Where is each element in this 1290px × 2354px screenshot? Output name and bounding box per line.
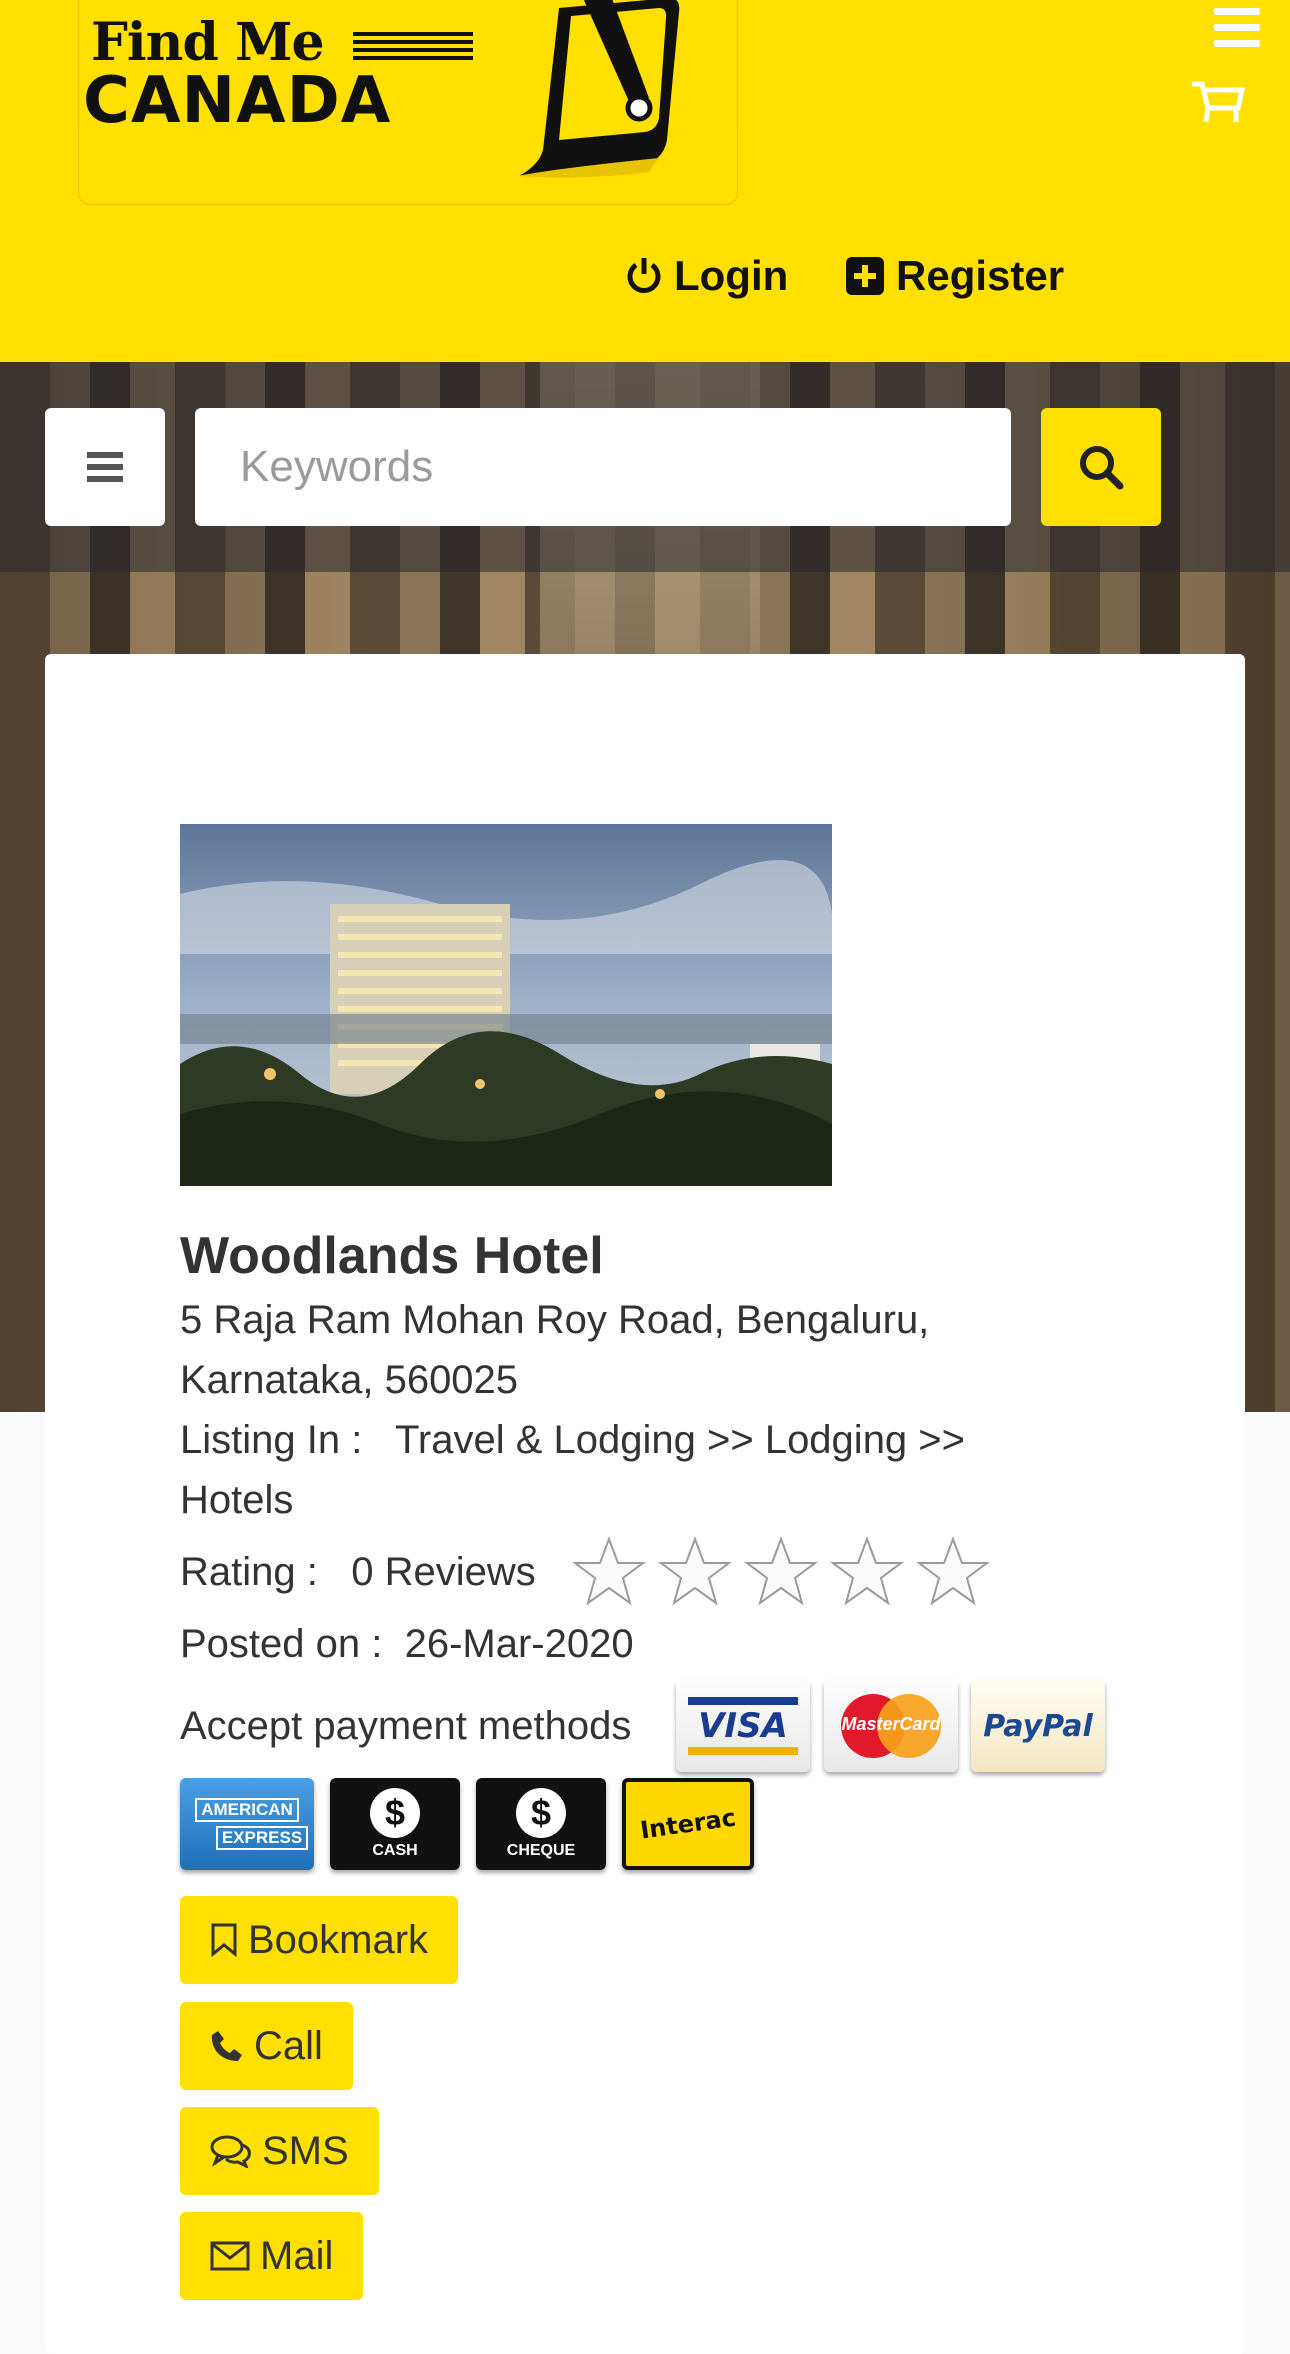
posted-label: Posted on : (180, 1622, 383, 1666)
star-icon[interactable] (744, 1536, 818, 1606)
cheque-label: CHEQUE (506, 1842, 576, 1859)
mail-button[interactable]: Mail (180, 2212, 364, 2300)
mastercard-label: MasterCard (841, 1714, 941, 1734)
envelope-icon (210, 2241, 250, 2271)
bars-icon (87, 452, 123, 482)
paypal-label: PayPal (983, 1708, 1093, 1744)
keywords-search-input[interactable] (195, 408, 1011, 526)
site-header: Find Me CANADA Login Register (0, 0, 1290, 362)
call-button[interactable]: Call (180, 2002, 353, 2090)
rating-stars[interactable] (572, 1536, 1002, 1606)
rating-line: Rating : 0 Reviews (180, 1542, 536, 1602)
paypal-badge: PayPal (971, 1680, 1105, 1772)
power-icon (627, 258, 661, 293)
bookmark-icon (210, 1923, 238, 1957)
dollar-coin-icon: $ (516, 1788, 566, 1838)
visa-label: VISA (698, 1706, 788, 1746)
payment-methods-label: Accept payment methods (180, 1704, 632, 1748)
register-link[interactable]: Register (846, 252, 1064, 300)
bookmark-button[interactable]: Bookmark (180, 1896, 459, 1984)
star-icon[interactable] (572, 1536, 646, 1606)
reviews-count[interactable]: 0 Reviews (351, 1550, 536, 1594)
listing-title: Woodlands Hotel (180, 1227, 604, 1285)
plus-square-icon (846, 257, 884, 295)
posted-line: Posted on : 26-Mar-2020 (180, 1614, 634, 1674)
dollar-coin-icon: $ (370, 1788, 420, 1838)
listing-category-line: Listing In : Travel & Lodging >> Lodging… (180, 1410, 1080, 1530)
hamburger-menu-icon[interactable] (1214, 8, 1260, 54)
interac-label: Interac (638, 1803, 738, 1845)
cash-label: CASH (372, 1842, 418, 1859)
bookmark-label: Bookmark (248, 1917, 429, 1962)
mastercard-badge: MasterCard (824, 1680, 958, 1772)
amex-badge: AMERICAN EXPRESS (180, 1778, 314, 1870)
search-icon (1080, 446, 1124, 490)
comments-icon (210, 2134, 252, 2168)
find-me-canada-logo[interactable]: Find Me CANADA (78, 0, 738, 205)
amex-label-line2: EXPRESS (215, 1826, 309, 1850)
sms-button[interactable]: SMS (180, 2107, 379, 2195)
posted-date: 26-Mar-2020 (404, 1622, 634, 1666)
interac-badge: Interac (622, 1778, 754, 1870)
hotel-photo[interactable] (180, 824, 832, 1186)
star-icon[interactable] (658, 1536, 732, 1606)
login-link[interactable]: Login (626, 252, 788, 300)
login-label: Login (674, 252, 789, 299)
visa-badge: VISA (676, 1680, 810, 1772)
amex-label-line1: AMERICAN (195, 1798, 299, 1822)
rating-label: Rating : (180, 1550, 318, 1594)
cart-icon[interactable] (1190, 78, 1246, 124)
star-icon[interactable] (916, 1536, 990, 1606)
listing-address: 5 Raja Ram Mohan Roy Road, Bengaluru, Ka… (180, 1298, 930, 1402)
cheque-badge: $ CHEQUE (476, 1778, 606, 1870)
category-menu-button[interactable] (45, 408, 165, 526)
cash-badge: $ CASH (330, 1778, 460, 1870)
listing-in-label: Listing In : (180, 1418, 363, 1462)
phone-icon (210, 2029, 244, 2063)
phonebook-logo-icon (517, 0, 680, 178)
register-label: Register (896, 252, 1065, 299)
logo-lines-decoration (353, 32, 473, 62)
star-icon[interactable] (830, 1536, 904, 1606)
logo-text-line2: CANADA (83, 64, 392, 138)
sms-label: SMS (262, 2128, 349, 2173)
call-label: Call (254, 2023, 323, 2068)
mail-label: Mail (260, 2233, 334, 2278)
search-button[interactable] (1041, 408, 1161, 526)
